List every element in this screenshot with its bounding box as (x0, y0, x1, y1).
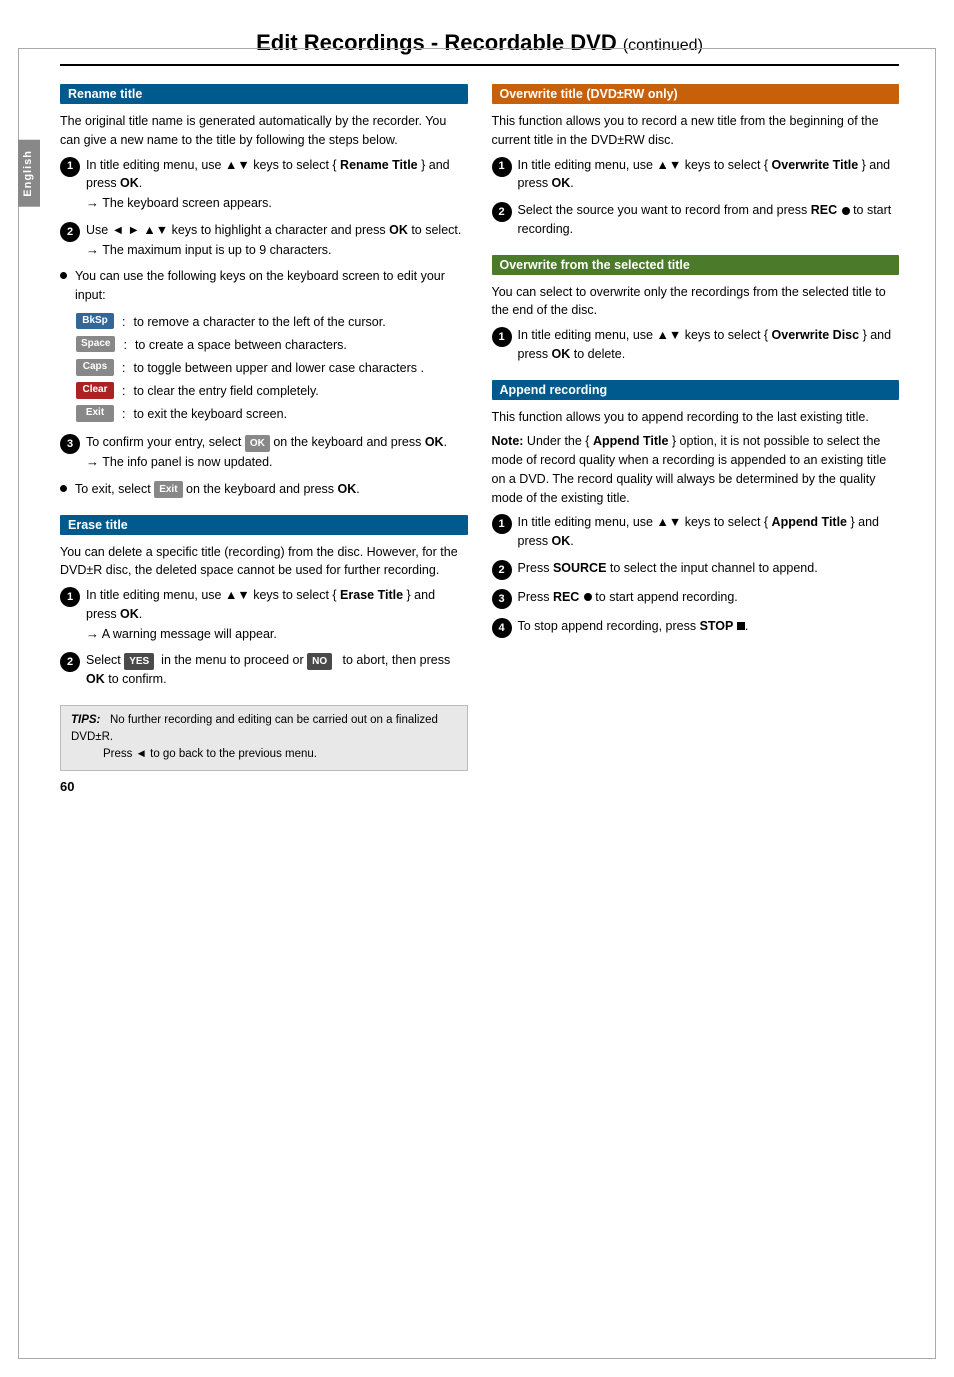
key-exit: Exit : to exit the keyboard screen. (76, 405, 468, 423)
step-3-content: To confirm your entry, select OK on the … (86, 433, 468, 472)
erase-step-1: 1 In title editing menu, use ▲▼ keys to … (60, 586, 468, 643)
stop-square (737, 622, 745, 630)
overwrite-step-num-2: 2 (492, 202, 512, 222)
rec-bullet-1 (842, 207, 850, 215)
title-text: Edit Recordings - Recordable DVD (256, 30, 617, 55)
no-badge: NO (307, 653, 332, 670)
append-step-3: 3 Press REC to start append recording. (492, 588, 900, 609)
append-step-2-content: Press SOURCE to select the input channel… (518, 559, 900, 578)
left-column: Rename title The original title name is … (60, 84, 468, 794)
title-suffix: (continued) (623, 37, 703, 54)
step-1-content: In title editing menu, use ▲▼ keys to se… (86, 156, 468, 213)
exit-bullet: To exit, select Exit on the keyboard and… (60, 480, 468, 499)
bksp-badge: BkSp (76, 313, 114, 330)
erase-step-num-1: 1 (60, 587, 80, 607)
append-step-4: 4 To stop append recording, press STOP . (492, 617, 900, 638)
english-tab: English (18, 140, 40, 207)
exit-badge: Exit (76, 405, 114, 422)
overwrite-title-section: Overwrite title (DVD±RW only) This funct… (492, 84, 900, 239)
rec-bullet-2 (584, 593, 592, 601)
right-column: Overwrite title (DVD±RW only) This funct… (492, 84, 900, 794)
caps-badge: Caps (76, 359, 114, 376)
erase-step-1-content: In title editing menu, use ▲▼ keys to se… (86, 586, 468, 643)
overwrite-sel-step-1: 1 In title editing menu, use ▲▼ keys to … (492, 326, 900, 364)
space-badge: Space (76, 336, 115, 353)
key-table: BkSp : to remove a character to the left… (76, 313, 468, 424)
append-note: Note: Under the { Append Title } option,… (492, 432, 900, 507)
space-desc: to create a space between characters. (135, 336, 347, 354)
clear-badge: Clear (76, 382, 114, 399)
step-num-2: 2 (60, 222, 80, 242)
overwrite-sel-step-1-content: In title editing menu, use ▲▼ keys to se… (518, 326, 900, 364)
rename-title-section: Rename title The original title name is … (60, 84, 468, 499)
yes-badge: YES (124, 653, 154, 670)
overwrite-selected-section: Overwrite from the selected title You ca… (492, 255, 900, 364)
append-step-1-content: In title editing menu, use ▲▼ keys to se… (518, 513, 900, 551)
overwrite-selected-header: Overwrite from the selected title (492, 255, 900, 275)
step-2-content: Use ◄ ► ▲▼ keys to highlight a character… (86, 221, 468, 260)
step-num-3: 3 (60, 434, 80, 454)
overwrite-title-header: Overwrite title (DVD±RW only) (492, 84, 900, 104)
page-number: 60 (60, 779, 468, 794)
page-title: Edit Recordings - Recordable DVD (contin… (60, 30, 899, 66)
ok-badge: OK (245, 435, 270, 452)
append-step-1: 1 In title editing menu, use ▲▼ keys to … (492, 513, 900, 551)
rename-step-3: 3 To confirm your entry, select OK on th… (60, 433, 468, 472)
keys-bullet: You can use the following keys on the ke… (60, 267, 468, 305)
key-bksp: BkSp : to remove a character to the left… (76, 313, 468, 331)
tips-box: TIPS: No further recording and editing c… (60, 705, 468, 771)
erase-step-2-content: Select YES in the menu to proceed or NO … (86, 651, 468, 689)
append-recording-intro: This function allows you to append recor… (492, 408, 900, 427)
exit-bullet-text: To exit, select Exit on the keyboard and… (75, 480, 360, 499)
append-recording-header: Append recording (492, 380, 900, 400)
rename-title-header: Rename title (60, 84, 468, 104)
append-step-3-content: Press REC to start append recording. (518, 588, 900, 607)
clear-desc: to clear the entry field completely. (133, 382, 318, 400)
overwrite-step-1-content: In title editing menu, use ▲▼ keys to se… (518, 156, 900, 194)
rename-step-2: 2 Use ◄ ► ▲▼ keys to highlight a charact… (60, 221, 468, 260)
bullet-dot-2 (60, 485, 67, 492)
key-caps: Caps : to toggle between upper and lower… (76, 359, 468, 377)
caps-desc: to toggle between upper and lower case c… (133, 359, 423, 377)
append-step-num-1: 1 (492, 514, 512, 534)
rename-step-1: 1 In title editing menu, use ▲▼ keys to … (60, 156, 468, 213)
append-step-num-4: 4 (492, 618, 512, 638)
append-recording-section: Append recording This function allows yo… (492, 380, 900, 638)
append-step-num-3: 3 (492, 589, 512, 609)
append-step-2: 2 Press SOURCE to select the input chann… (492, 559, 900, 580)
overwrite-step-num-1: 1 (492, 157, 512, 177)
overwrite-title-intro: This function allows you to record a new… (492, 112, 900, 150)
overwrite-step-2: 2 Select the source you want to record f… (492, 201, 900, 239)
rename-title-intro: The original title name is generated aut… (60, 112, 468, 150)
overwrite-sel-step-num-1: 1 (492, 327, 512, 347)
exit-desc: to exit the keyboard screen. (133, 405, 287, 423)
append-step-num-2: 2 (492, 560, 512, 580)
overwrite-selected-intro: You can select to overwrite only the rec… (492, 283, 900, 321)
keys-bullet-text: You can use the following keys on the ke… (75, 267, 468, 305)
exit-inline-badge: Exit (154, 481, 182, 498)
erase-title-intro: You can delete a specific title (recordi… (60, 543, 468, 581)
erase-title-section: Erase title You can delete a specific ti… (60, 515, 468, 689)
key-space: Space : to create a space between charac… (76, 336, 468, 354)
erase-title-header: Erase title (60, 515, 468, 535)
erase-step-num-2: 2 (60, 652, 80, 672)
overwrite-step-2-content: Select the source you want to record fro… (518, 201, 900, 239)
tips-label: TIPS: (71, 714, 100, 726)
bksp-desc: to remove a character to the left of the… (133, 313, 385, 331)
overwrite-step-1: 1 In title editing menu, use ▲▼ keys to … (492, 156, 900, 194)
bullet-dot (60, 272, 67, 279)
append-step-4-content: To stop append recording, press STOP . (518, 617, 900, 636)
key-clear: Clear : to clear the entry field complet… (76, 382, 468, 400)
erase-step-2: 2 Select YES in the menu to proceed or N… (60, 651, 468, 689)
step-num-1: 1 (60, 157, 80, 177)
